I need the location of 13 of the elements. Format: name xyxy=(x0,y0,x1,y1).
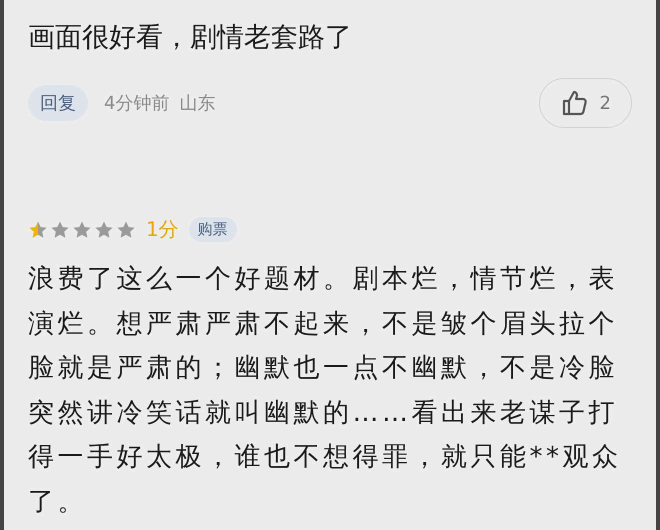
star-icon xyxy=(94,220,114,240)
star-icon xyxy=(72,220,92,240)
ticket-tag: 购票 xyxy=(188,217,237,242)
review-text: 浪费了这么一个好题材。剧本烂，情节烂，表演烂。想严肃严肃不起来，不是皱个眉头拉个脸就是严肃的；幽默也一点不幽默，不是冷脸突然讲冷笑话就叫幽默的……看出来老谋子打得一手好太极，谁也不想得罪，就只能**观众了。 xyxy=(28,263,622,518)
star-icon xyxy=(50,220,70,240)
like-button[interactable]: 2 xyxy=(538,78,632,128)
reply-button[interactable]: 回复 xyxy=(28,85,88,121)
comment-time: 4分钟前 xyxy=(104,92,170,115)
comment-location: 山东 xyxy=(179,92,216,115)
comment-text: 画面很好看，剧情老套路了 xyxy=(28,21,353,55)
star-icon xyxy=(28,220,48,240)
rating-score: 1分 xyxy=(146,216,179,243)
star-icon xyxy=(116,220,136,240)
